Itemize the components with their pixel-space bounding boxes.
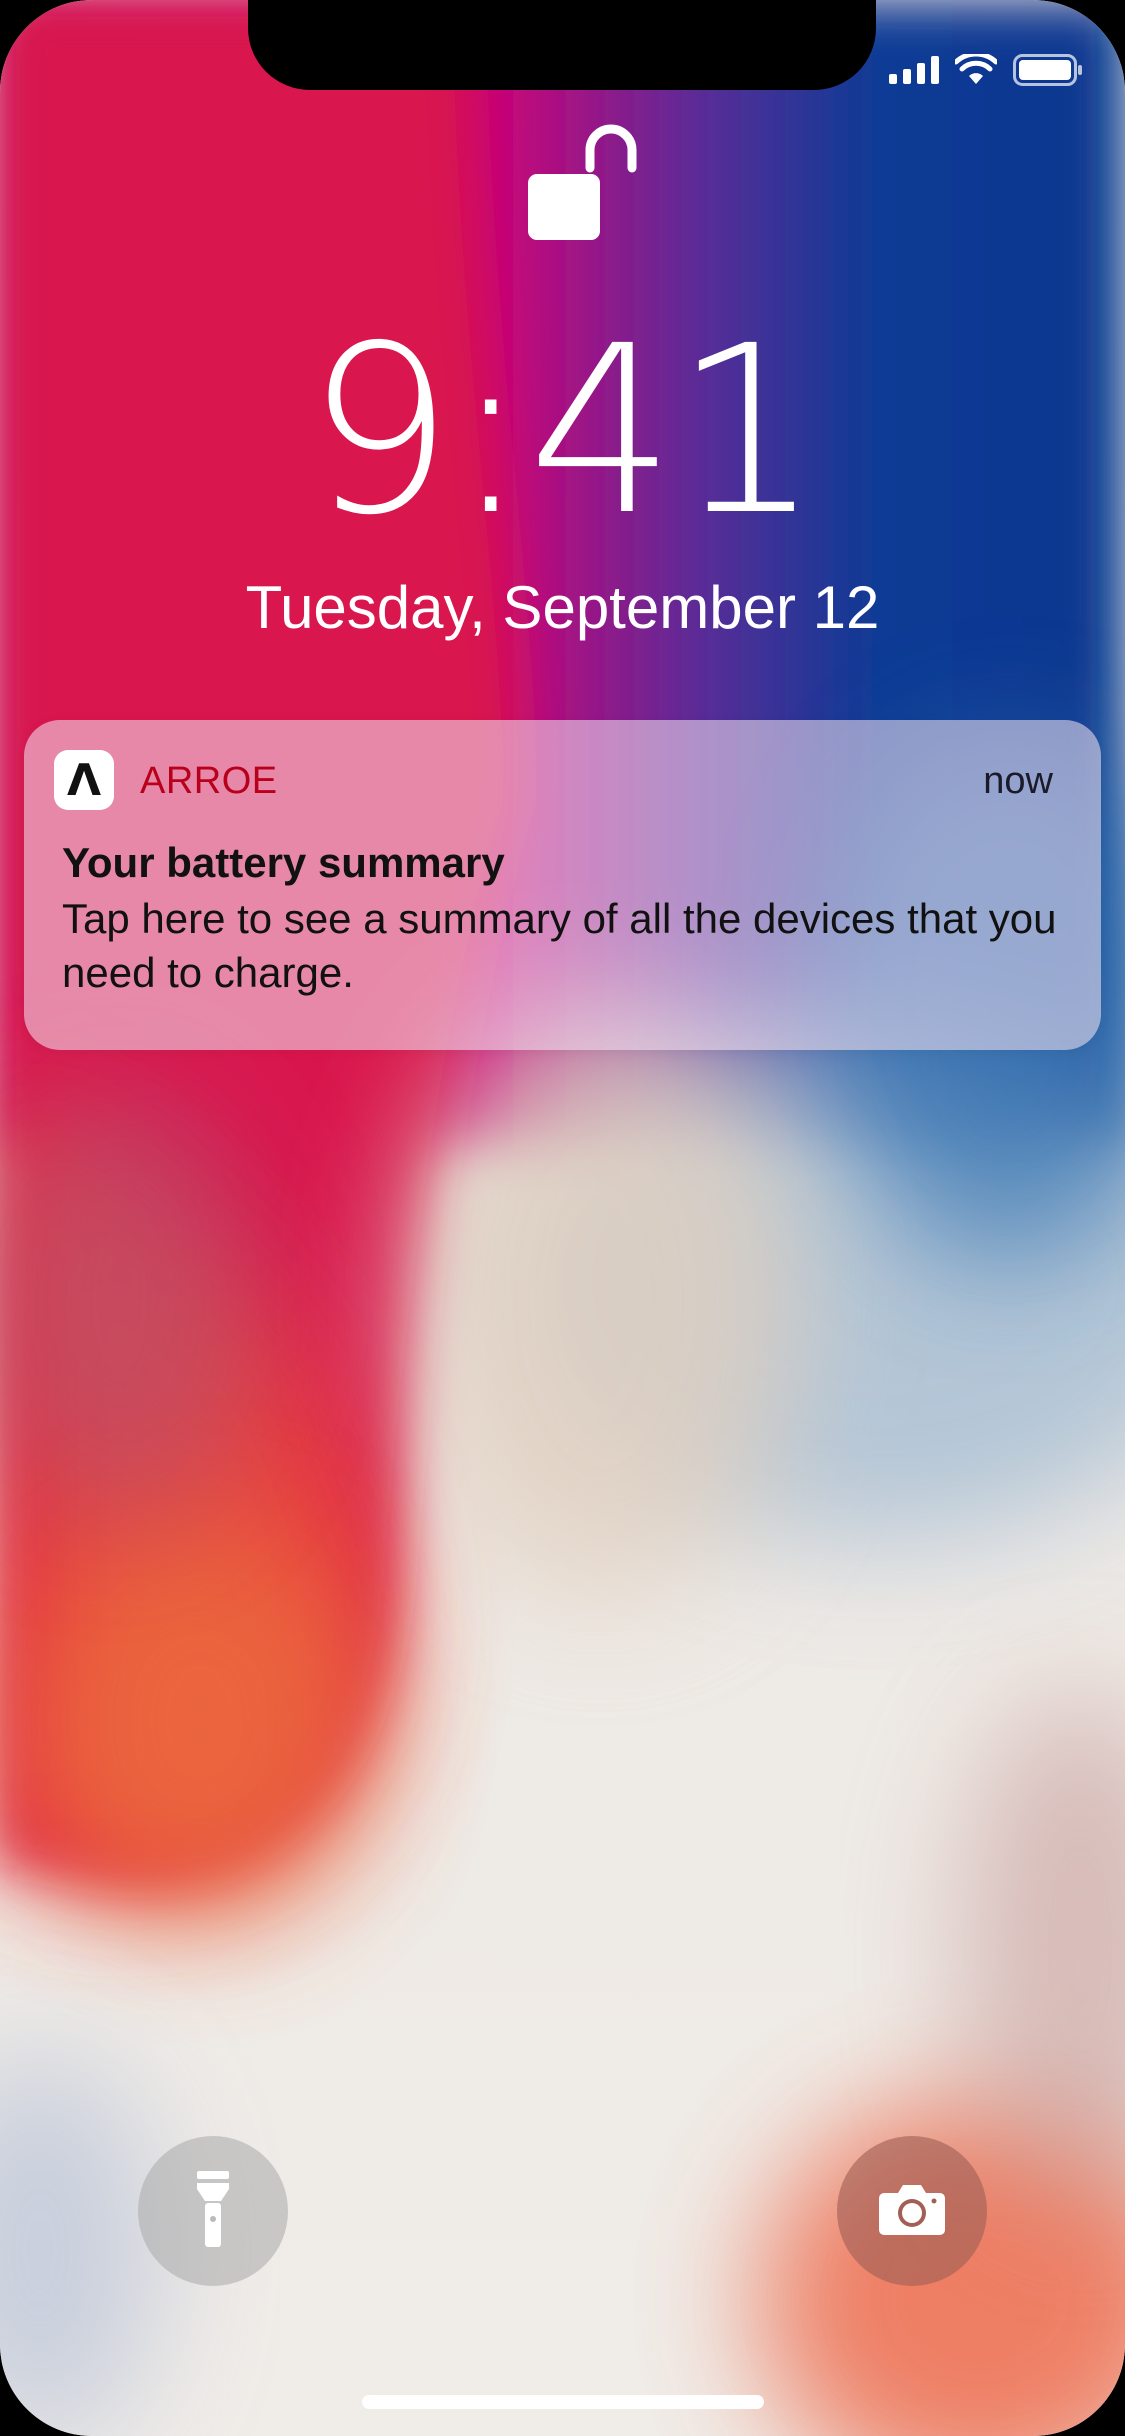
notification-timestamp: now	[983, 760, 1053, 802]
unlocked-padlock-icon	[528, 120, 638, 245]
camera-button[interactable]	[837, 2136, 987, 2286]
camera-icon	[878, 2183, 946, 2239]
wifi-icon	[955, 54, 997, 86]
status-bar	[889, 52, 1083, 88]
flashlight-button[interactable]	[138, 2136, 288, 2286]
notification-body: Tap here to see a summary of all the dev…	[62, 895, 1057, 996]
lock-screen-time: 9:41	[306, 296, 821, 566]
flashlight-icon	[197, 2171, 229, 2251]
battery-icon	[1013, 54, 1083, 86]
notification-title: Your battery summary	[62, 839, 505, 886]
cellular-signal-icon	[889, 56, 939, 84]
notification-app-name: ARROE	[140, 760, 278, 802]
home-indicator[interactable]	[362, 2395, 764, 2409]
arroe-app-icon: Λ	[54, 750, 114, 810]
notch	[248, 0, 876, 90]
lock-screen-date: Tuesday, September 12	[245, 574, 880, 641]
notification-card[interactable]: Λ ARROE now Your battery summary Tap her…	[24, 720, 1101, 1050]
lock-screen: 9:41 Tuesday, September 12 Λ ARROE now Y…	[0, 0, 1125, 2436]
